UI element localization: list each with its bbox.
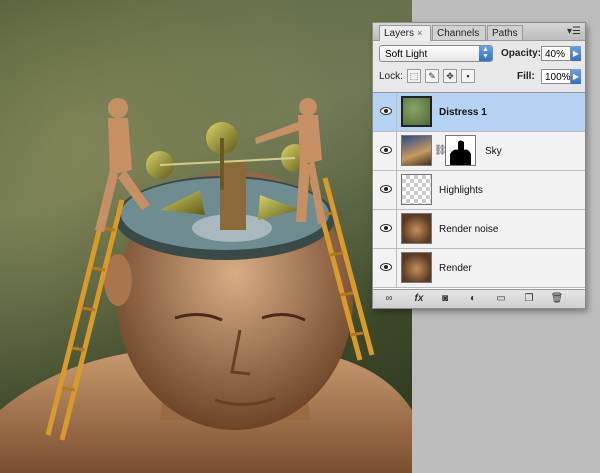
fx-icon[interactable]: fx xyxy=(411,292,427,305)
layer-row-render-noise[interactable]: Render noise xyxy=(373,210,585,249)
lock-row: Lock: ⬚ ✎ ✥ ▪ Fill: 100% ▶ xyxy=(379,69,581,89)
layers-palette: Layers × Channels Paths ▾☰ Soft Light ▲ ▼ … xyxy=(372,22,586,309)
eye-icon xyxy=(380,185,392,193)
visibility-toggle[interactable] xyxy=(375,93,397,131)
palette-bottom-bar: ∞ fx ◙ ◐ ▭ ❐ 🗑 xyxy=(373,289,585,308)
tab-channels[interactable]: Channels xyxy=(432,25,486,40)
close-icon[interactable]: × xyxy=(417,28,422,38)
visibility-toggle[interactable] xyxy=(375,132,397,170)
eye-icon xyxy=(380,224,392,232)
visibility-toggle[interactable] xyxy=(375,249,397,287)
chevron-updown-icon: ▲ ▼ xyxy=(479,46,492,61)
opacity-input[interactable]: 40% xyxy=(541,46,571,61)
artwork xyxy=(0,98,412,473)
layer-name: Highlights xyxy=(439,185,483,196)
layers-list: Distress 1 ⛓ Sky Highlights Render noise… xyxy=(373,92,585,290)
eye-icon xyxy=(380,263,392,271)
layer-thumbnail xyxy=(401,213,432,244)
layer-thumbnail xyxy=(401,252,432,283)
eye-icon xyxy=(380,146,392,154)
lock-transparency-icon[interactable]: ⬚ xyxy=(407,69,421,83)
layer-name: Render xyxy=(439,263,472,274)
lock-all-icon[interactable]: ▪ xyxy=(461,69,475,83)
trash-icon[interactable]: 🗑 xyxy=(549,292,565,305)
tab-layers-label: Layers xyxy=(384,28,415,39)
tab-paths-label: Paths xyxy=(492,28,518,39)
layer-name: Sky xyxy=(485,146,502,157)
layer-row-distress-1[interactable]: Distress 1 xyxy=(373,93,585,132)
tab-paths[interactable]: Paths xyxy=(487,25,523,40)
lock-position-icon[interactable]: ✥ xyxy=(443,69,457,83)
blend-mode-value: Soft Light xyxy=(385,49,428,60)
layer-row-sky[interactable]: ⛓ Sky xyxy=(373,132,585,171)
layer-row-highlights[interactable]: Highlights xyxy=(373,171,585,210)
adjustment-layer-icon[interactable]: ◐ xyxy=(465,292,481,305)
new-layer-icon[interactable]: ❐ xyxy=(521,292,537,305)
new-group-icon[interactable]: ▭ xyxy=(493,292,509,305)
add-mask-icon[interactable]: ◙ xyxy=(437,292,453,305)
opacity-slider-button[interactable]: ▶ xyxy=(571,46,581,61)
blend-row: Soft Light ▲ ▼ Opacity: 40% ▶ xyxy=(379,45,581,65)
fill-input[interactable]: 100% xyxy=(541,69,571,84)
lock-image-icon[interactable]: ✎ xyxy=(425,69,439,83)
mask-shape xyxy=(446,136,475,165)
visibility-toggle[interactable] xyxy=(375,210,397,248)
layer-thumbnail xyxy=(401,135,432,166)
blend-mode-select[interactable]: Soft Light ▲ ▼ xyxy=(379,45,493,62)
layer-thumbnail xyxy=(401,174,432,205)
lock-label: Lock: xyxy=(379,71,403,82)
link-layers-icon[interactable]: ∞ xyxy=(381,292,397,305)
layer-row-render[interactable]: Render xyxy=(373,249,585,288)
layer-name: Render noise xyxy=(439,224,499,235)
palette-tab-bar: Layers × Channels Paths ▾☰ xyxy=(373,23,585,41)
fill-slider-button[interactable]: ▶ xyxy=(571,69,581,84)
layer-name: Distress 1 xyxy=(439,107,487,118)
tab-channels-label: Channels xyxy=(437,28,480,39)
opacity-label: Opacity: xyxy=(501,48,542,59)
layer-thumbnail xyxy=(401,96,432,127)
visibility-toggle[interactable] xyxy=(375,171,397,209)
eye-icon xyxy=(380,107,392,115)
menu-icon[interactable]: ▾☰ xyxy=(567,26,581,37)
document-canvas[interactable] xyxy=(0,0,412,473)
fill-label: Fill: xyxy=(517,71,535,82)
layer-mask-thumbnail[interactable] xyxy=(445,135,476,166)
tab-layers[interactable]: Layers × xyxy=(379,25,431,41)
